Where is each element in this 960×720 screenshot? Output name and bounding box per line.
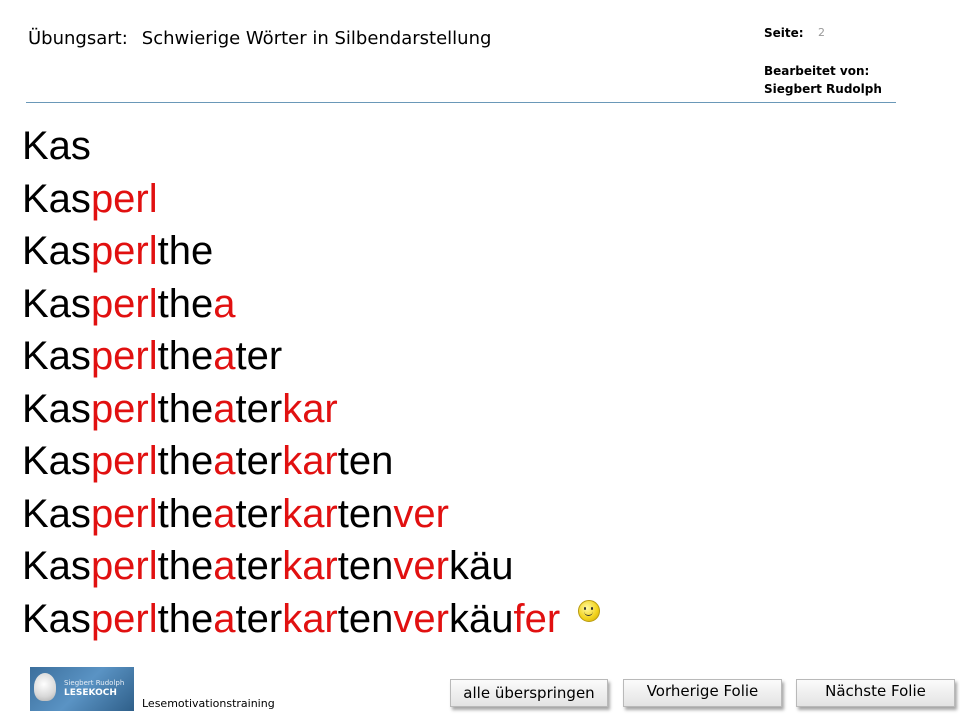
syllable: perl (90, 229, 158, 273)
syllable: a (213, 386, 236, 431)
logo-brand-text: LESEKOCH (64, 688, 117, 698)
syllable: a (213, 491, 236, 536)
syllable: the (157, 596, 214, 641)
word-line: Kasperltheaterkartenver (22, 488, 600, 541)
syllable: Kas (22, 334, 91, 378)
syllable: ver (393, 596, 449, 641)
syllable: a (213, 281, 236, 326)
syllable: Kas (22, 544, 91, 588)
syllable: the (157, 229, 214, 273)
syllable: ten (337, 491, 394, 536)
syllable: a (213, 334, 236, 378)
syllable: perl (90, 334, 158, 378)
page-number: 2 (818, 26, 825, 39)
syllable: käu (448, 596, 514, 641)
syllable: ter (235, 544, 283, 588)
word-line: Kasperl (22, 173, 600, 226)
syllable: perl (90, 386, 158, 431)
syllable: kar (282, 544, 338, 588)
word-line: Kasperlthe (22, 225, 600, 278)
syllable: the (157, 334, 214, 378)
syllable: perl (90, 596, 158, 641)
syllable: the (157, 281, 214, 326)
syllable: käu (448, 544, 514, 588)
syllable: Kas (22, 124, 91, 168)
syllable: the (157, 544, 214, 588)
syllable: ten (337, 544, 394, 588)
word-line: Kasperltheater (22, 330, 600, 383)
next-slide-button[interactable]: Nächste Folie (796, 679, 955, 707)
syllable: ten (337, 439, 394, 483)
page-label: Seite: (764, 26, 804, 40)
lesekoch-logo: Siegbert Rudolph LESEKOCH (30, 667, 134, 711)
word-line: Kas (22, 120, 600, 173)
syllable: kar (282, 386, 338, 431)
syllable: Kas (22, 439, 91, 483)
syllable: Kas (22, 229, 91, 273)
syllable: perl (90, 439, 158, 483)
training-label: Lesemotivationstraining (142, 697, 275, 710)
syllable: perl (90, 544, 158, 588)
exercise-type: Übungsart: Schwierige Wörter in Silbenda… (28, 28, 491, 49)
syllable: Kas (22, 386, 91, 431)
syllable: ter (235, 386, 283, 431)
syllable-word-list: Kas Kasperl Kasperlthe Kasperlthea Kasperlth… (22, 120, 601, 646)
syllable: Kas (22, 491, 91, 536)
syllable: perl (90, 281, 158, 326)
syllable: Kas (22, 176, 91, 221)
syllable: ter (235, 596, 283, 641)
syllable: kar (282, 596, 338, 641)
word-line: Kasperltheaterkartenverkäufer (22, 593, 601, 646)
edited-by: Bearbeitet von: Siegbert Rudolph (764, 62, 882, 98)
syllable: the (157, 491, 214, 536)
syllable: Kas (22, 596, 91, 641)
syllable: ten (337, 596, 394, 641)
edited-by-label: Bearbeitet von: (764, 64, 870, 78)
word-line: Kasperltheaterkartenverkäu (22, 540, 600, 593)
logo-author-text: Siegbert Rudolph (64, 679, 125, 687)
syllable: ter (235, 491, 283, 536)
syllable: ver (393, 491, 449, 536)
syllable: Kas (22, 281, 91, 326)
lightbulb-icon (34, 673, 56, 701)
syllable: a (213, 596, 236, 641)
syllable: the (157, 386, 214, 431)
header-divider (26, 102, 896, 103)
exercise-type-value: Schwierige Wörter in Silbendarstellung (141, 28, 492, 49)
smiley-icon (578, 599, 601, 622)
exercise-type-label: Übungsart: (28, 28, 128, 49)
syllable: the (157, 439, 214, 483)
syllable: ver (393, 544, 449, 588)
syllable: ter (235, 334, 283, 378)
edited-by-name: Siegbert Rudolph (764, 82, 882, 96)
skip-all-button[interactable]: alle überspringen (450, 679, 608, 707)
syllable: kar (282, 439, 338, 483)
syllable: ter (235, 439, 283, 483)
syllable: a (213, 544, 236, 588)
syllable: perl (90, 176, 158, 221)
syllable: kar (282, 491, 338, 536)
syllable: a (213, 439, 236, 483)
word-line: Kasperltheaterkarten (22, 435, 600, 488)
previous-slide-button[interactable]: Vorherige Folie (623, 679, 782, 707)
word-line: Kasperltheaterkar (22, 383, 600, 436)
word-line: Kasperlthea (22, 278, 600, 331)
syllable: perl (90, 491, 158, 536)
syllable: fer (513, 596, 561, 641)
